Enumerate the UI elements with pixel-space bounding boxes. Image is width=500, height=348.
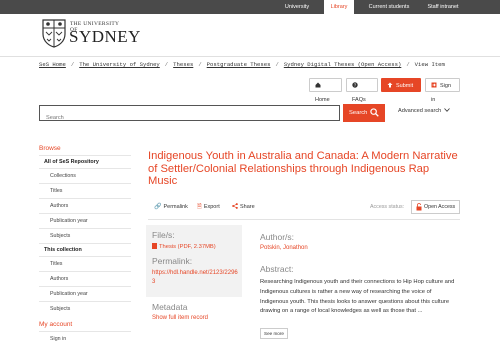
author-link[interactable]: Potskin, Jonathon bbox=[260, 245, 308, 251]
submit-label: Submit bbox=[396, 83, 414, 89]
logo-line-2: SYDNEY bbox=[69, 27, 141, 46]
sidebar-item-titles[interactable]: Titles bbox=[39, 183, 131, 198]
breadcrumb-separator: / bbox=[198, 61, 202, 68]
open-lock-icon bbox=[416, 203, 422, 211]
breadcrumb-theses[interactable]: Theses bbox=[173, 61, 193, 68]
breadcrumb-current: View Item bbox=[414, 61, 445, 68]
sign-in-button[interactable]: Sign in bbox=[425, 78, 460, 103]
sidebar-item-authors[interactable]: Authors bbox=[39, 198, 131, 213]
see-more-button[interactable]: See more bbox=[260, 328, 288, 339]
sidebar-item-collections[interactable]: Collections bbox=[39, 168, 131, 183]
top-nav-current-students[interactable]: Current students bbox=[360, 0, 418, 14]
share-icon bbox=[232, 203, 238, 209]
sidebar-heading-browse: Browse bbox=[39, 145, 61, 152]
permalink-label: Permalink bbox=[163, 204, 188, 210]
author-heading: Author/s: bbox=[260, 232, 295, 242]
sidebar: Browse All of SeS Repository Collections… bbox=[39, 143, 131, 346]
full-item-record-link[interactable]: Show full item record bbox=[152, 315, 208, 321]
submit-button[interactable]: Submit bbox=[381, 78, 421, 92]
abstract-text: Researching Indigenous youth and their c… bbox=[260, 279, 455, 315]
item-title: Indigenous Youth in Australia and Canada… bbox=[148, 150, 458, 187]
breadcrumb-postgraduate-theses[interactable]: Postgraduate Theses bbox=[207, 61, 271, 68]
sidebar-heading-this-collection: This collection bbox=[39, 243, 131, 256]
university-crest-icon bbox=[42, 19, 66, 48]
sidebar-item-subjects[interactable]: Subjects bbox=[39, 228, 131, 243]
search-button-label: Search bbox=[349, 110, 368, 116]
faqs-label: FAQs bbox=[352, 97, 366, 103]
sidebar-heading-my-account: My account bbox=[39, 321, 73, 328]
top-nav-university[interactable]: University bbox=[274, 0, 320, 14]
sidebar-item-collection-publication-year[interactable]: Publication year bbox=[39, 286, 131, 301]
faqs-button[interactable]: ? FAQs bbox=[346, 78, 378, 103]
home-icon bbox=[315, 82, 321, 88]
sidebar-item-collection-subjects[interactable]: Subjects bbox=[39, 301, 131, 316]
open-access-badge: Open Access bbox=[411, 200, 460, 214]
upload-icon bbox=[387, 82, 393, 88]
top-nav-bar: University Library Current students Staf… bbox=[0, 0, 500, 14]
breadcrumb-university[interactable]: The University of Sydney bbox=[79, 61, 160, 68]
help-icon: ? bbox=[352, 82, 358, 88]
access-status-label: Access status: bbox=[370, 204, 405, 210]
sign-in-icon bbox=[431, 82, 437, 88]
breadcrumb-separator: / bbox=[164, 61, 169, 68]
breadcrumb-home[interactable]: SeS Home bbox=[39, 61, 66, 68]
search-button[interactable]: Search bbox=[343, 104, 385, 122]
home-button[interactable]: Home bbox=[309, 78, 342, 103]
access-status-value: Open Access bbox=[424, 204, 456, 210]
chevron-down-icon bbox=[443, 108, 450, 112]
sidebar-item-collection-titles[interactable]: Titles bbox=[39, 256, 131, 271]
home-label: Home bbox=[315, 97, 330, 103]
advanced-search-toggle[interactable]: Advanced search bbox=[398, 108, 450, 114]
thesis-file-label: Thesis (PDF, 2.37MB) bbox=[159, 244, 216, 250]
search-input[interactable] bbox=[40, 111, 339, 125]
header-divider bbox=[0, 56, 500, 57]
files-label: File/s: bbox=[152, 230, 175, 240]
breadcrumb-separator: / bbox=[406, 61, 410, 68]
permalink-url[interactable]: https://hdl.handle.net/2123/22963 bbox=[152, 269, 240, 287]
link-icon: 🔗 bbox=[154, 204, 162, 210]
university-logo[interactable]: THE UNIVERSITY OF SYDNEY bbox=[41, 18, 140, 48]
breadcrumb-sydney-digital-theses[interactable]: Sydney Digital Theses (Open Access) bbox=[284, 61, 402, 68]
sidebar-item-sign-in[interactable]: Sign in bbox=[39, 331, 131, 346]
breadcrumb-separator: / bbox=[70, 61, 75, 68]
search-bar bbox=[39, 105, 340, 125]
permalink-button[interactable]: 🔗 Permalink bbox=[154, 201, 188, 213]
sidebar-item-publication-year[interactable]: Publication year bbox=[39, 213, 131, 228]
breadcrumb: SeS Home / The University of Sydney / Theses… bbox=[39, 59, 445, 71]
thesis-file-link[interactable]: Thesis (PDF, 2.37MB) bbox=[152, 243, 216, 250]
share-label: Share bbox=[240, 204, 255, 210]
document-icon: 🗎 bbox=[197, 204, 202, 210]
abstract-heading: Abstract: bbox=[260, 264, 294, 274]
advanced-search-label: Advanced search bbox=[398, 108, 442, 114]
sidebar-heading-all-repository: All of SeS Repository bbox=[39, 155, 131, 168]
metadata-heading: Metadata bbox=[152, 302, 188, 312]
top-nav-library[interactable]: Library bbox=[324, 0, 354, 14]
top-nav-staff-intranet[interactable]: Staff intranet bbox=[420, 0, 466, 14]
export-button[interactable]: 🗎 Export bbox=[197, 201, 220, 213]
pdf-icon bbox=[152, 243, 157, 249]
export-label: Export bbox=[203, 204, 220, 210]
content-divider bbox=[148, 219, 460, 220]
files-panel: File/s: Thesis (PDF, 2.37MB) Permalink: … bbox=[146, 225, 242, 297]
sidebar-item-collection-authors[interactable]: Authors bbox=[39, 271, 131, 286]
search-icon bbox=[370, 108, 379, 117]
permalink-heading: Permalink: bbox=[152, 256, 193, 266]
share-button[interactable]: Share bbox=[232, 201, 255, 213]
breadcrumb-separator: / bbox=[275, 61, 279, 68]
